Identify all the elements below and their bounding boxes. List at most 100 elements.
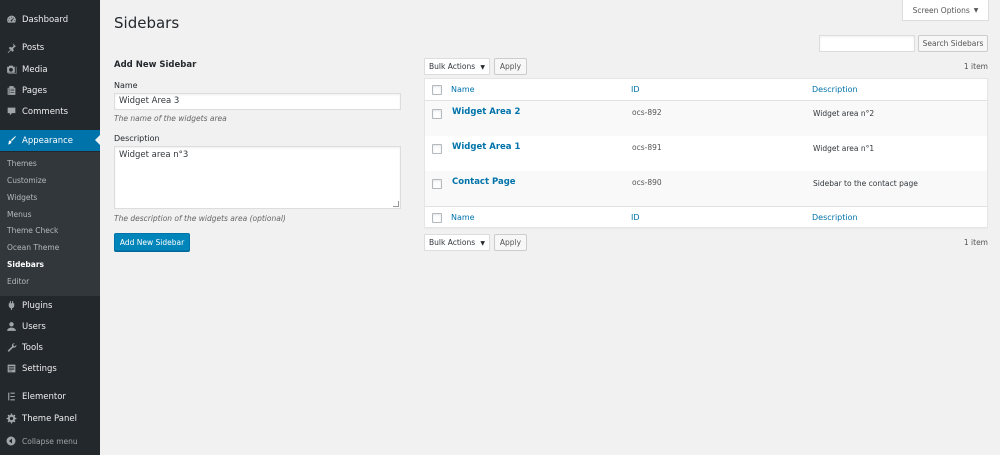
row-checkbox[interactable]: [432, 144, 442, 154]
triangle-down-icon: ▼: [973, 6, 979, 14]
row-description: Widget area n°2: [813, 109, 875, 118]
apply-button-bottom[interactable]: Apply: [494, 234, 527, 251]
submenu-item-menus[interactable]: Menus: [7, 210, 32, 219]
row-name-link[interactable]: Contact Page: [452, 177, 516, 187]
menu-label: Posts: [22, 42, 45, 53]
row-description: Sidebar to the contact page: [813, 179, 918, 188]
settings-icon: [0, 363, 22, 374]
collapse-menu-button[interactable]: Collapse menu: [0, 433, 100, 449]
menu-item-pages[interactable]: Pages: [0, 80, 100, 101]
wrench-icon: [0, 342, 22, 353]
menu-item-settings[interactable]: Settings: [0, 358, 100, 379]
pages-icon: [0, 85, 22, 96]
collapse-menu-label: Collapse menu: [22, 436, 78, 446]
submenu-item-widgets[interactable]: Widgets: [7, 193, 37, 202]
elementor-icon: [0, 391, 22, 402]
media-icon: [0, 64, 22, 75]
menu-label: Tools: [22, 342, 43, 353]
table-footer-row: Name ID Description: [425, 206, 987, 228]
caret-down-icon: ▼: [480, 240, 485, 247]
column-header-id[interactable]: ID: [631, 85, 640, 94]
user-icon: [0, 321, 22, 332]
search-sidebars-button[interactable]: Search Sidebars: [918, 35, 988, 52]
table-header-row: Name ID Description: [425, 79, 987, 101]
apply-button-top[interactable]: Apply: [494, 58, 527, 75]
description-hint: The description of the widgets area (opt…: [114, 214, 286, 223]
menu-label: Media: [22, 64, 48, 75]
comment-icon: [0, 106, 22, 117]
menu-label: Plugins: [22, 300, 53, 311]
plugin-icon: [0, 300, 22, 311]
column-footer-description[interactable]: Description: [812, 213, 858, 222]
menu-label: Theme Panel: [22, 413, 77, 424]
screen-options-label: Screen Options: [912, 5, 970, 15]
table-row: Widget Area 2 ocs-892 Widget area n°2: [425, 101, 987, 136]
submenu-item-theme-check[interactable]: Theme Check: [7, 226, 58, 235]
row-id: ocs-890: [632, 178, 662, 187]
name-label: Name: [114, 81, 138, 90]
bulk-actions-value: Bulk Actions: [429, 238, 476, 247]
menu-label: Dashboard: [22, 14, 69, 25]
menu-item-appearance[interactable]: Appearance: [0, 130, 100, 151]
description-label: Description: [114, 134, 160, 143]
column-header-description[interactable]: Description: [812, 85, 858, 94]
submenu-item-themes[interactable]: Themes: [7, 159, 37, 168]
pushpin-icon: [0, 42, 22, 53]
item-count-bottom: 1 item: [963, 238, 988, 247]
menu-label: Appearance: [22, 135, 74, 146]
name-hint: The name of the widgets area: [114, 114, 227, 123]
menu-item-plugins[interactable]: Plugins: [0, 295, 100, 316]
row-description: Widget area n°1: [813, 144, 875, 153]
menu-item-elementor[interactable]: Elementor: [0, 386, 100, 407]
add-new-sidebar-button[interactable]: Add New Sidebar: [114, 233, 190, 251]
search-input[interactable]: [819, 35, 915, 52]
description-textarea[interactable]: Widget area n°3: [114, 146, 401, 209]
gear-icon: [0, 413, 22, 424]
column-footer-name[interactable]: Name: [451, 213, 475, 222]
menu-item-dashboard[interactable]: Dashboard: [0, 9, 100, 30]
menu-label: Users: [22, 321, 46, 332]
submenu-item-editor[interactable]: Editor: [7, 277, 29, 286]
screen-options-button[interactable]: Screen Options ▼: [902, 0, 989, 21]
menu-item-comments[interactable]: Comments: [0, 101, 100, 122]
menu-item-theme-panel[interactable]: Theme Panel: [0, 408, 100, 429]
menu-item-posts[interactable]: Posts: [0, 37, 100, 58]
bulk-actions-value: Bulk Actions: [429, 62, 476, 71]
appearance-submenu: Themes Customize Widgets Menus Theme Che…: [0, 152, 100, 296]
collapse-arrow-icon: [0, 436, 22, 446]
row-id: ocs-891: [632, 143, 662, 152]
submenu-item-ocean-theme[interactable]: Ocean Theme: [7, 243, 59, 252]
sidebars-table: Name ID Description Widget Area 2 ocs-89…: [424, 78, 988, 228]
item-count-top: 1 item: [963, 62, 988, 71]
select-all-checkbox[interactable]: [432, 85, 442, 95]
bulk-actions-select-bottom[interactable]: Bulk Actions ▼: [424, 234, 490, 251]
paintbrush-icon: [0, 135, 22, 146]
row-id: ocs-892: [632, 108, 662, 117]
menu-item-tools[interactable]: Tools: [0, 337, 100, 358]
menu-item-media[interactable]: Media: [0, 59, 100, 80]
column-header-name[interactable]: Name: [451, 85, 475, 94]
resize-grip-icon[interactable]: [393, 201, 399, 207]
row-name-link[interactable]: Widget Area 2: [452, 107, 520, 117]
page-title: Sidebars: [114, 14, 180, 32]
row-checkbox[interactable]: [432, 179, 442, 189]
menu-label: Elementor: [22, 391, 66, 402]
dashboard-icon: [0, 14, 22, 25]
column-footer-id[interactable]: ID: [631, 213, 640, 222]
submenu-item-sidebars[interactable]: Sidebars: [7, 260, 44, 269]
description-value: Widget area n°3: [119, 150, 189, 160]
submenu-item-customize[interactable]: Customize: [7, 176, 46, 185]
caret-down-icon: ▼: [480, 64, 485, 71]
name-input[interactable]: Widget Area 3: [114, 93, 401, 110]
form-heading: Add New Sidebar: [114, 60, 197, 70]
admin-sidebar: Dashboard Posts Media Pages Comments App…: [0, 0, 100, 455]
select-all-checkbox-footer[interactable]: [432, 213, 442, 223]
table-row: Contact Page ocs-890 Sidebar to the cont…: [425, 171, 987, 206]
row-name-link[interactable]: Widget Area 1: [452, 142, 520, 152]
menu-item-users[interactable]: Users: [0, 316, 100, 337]
row-checkbox[interactable]: [432, 109, 442, 119]
menu-label: Settings: [22, 363, 57, 374]
bulk-actions-select-top[interactable]: Bulk Actions ▼: [424, 58, 490, 75]
menu-label: Pages: [22, 85, 48, 96]
table-row: Widget Area 1 ocs-891 Widget area n°1: [425, 136, 987, 171]
